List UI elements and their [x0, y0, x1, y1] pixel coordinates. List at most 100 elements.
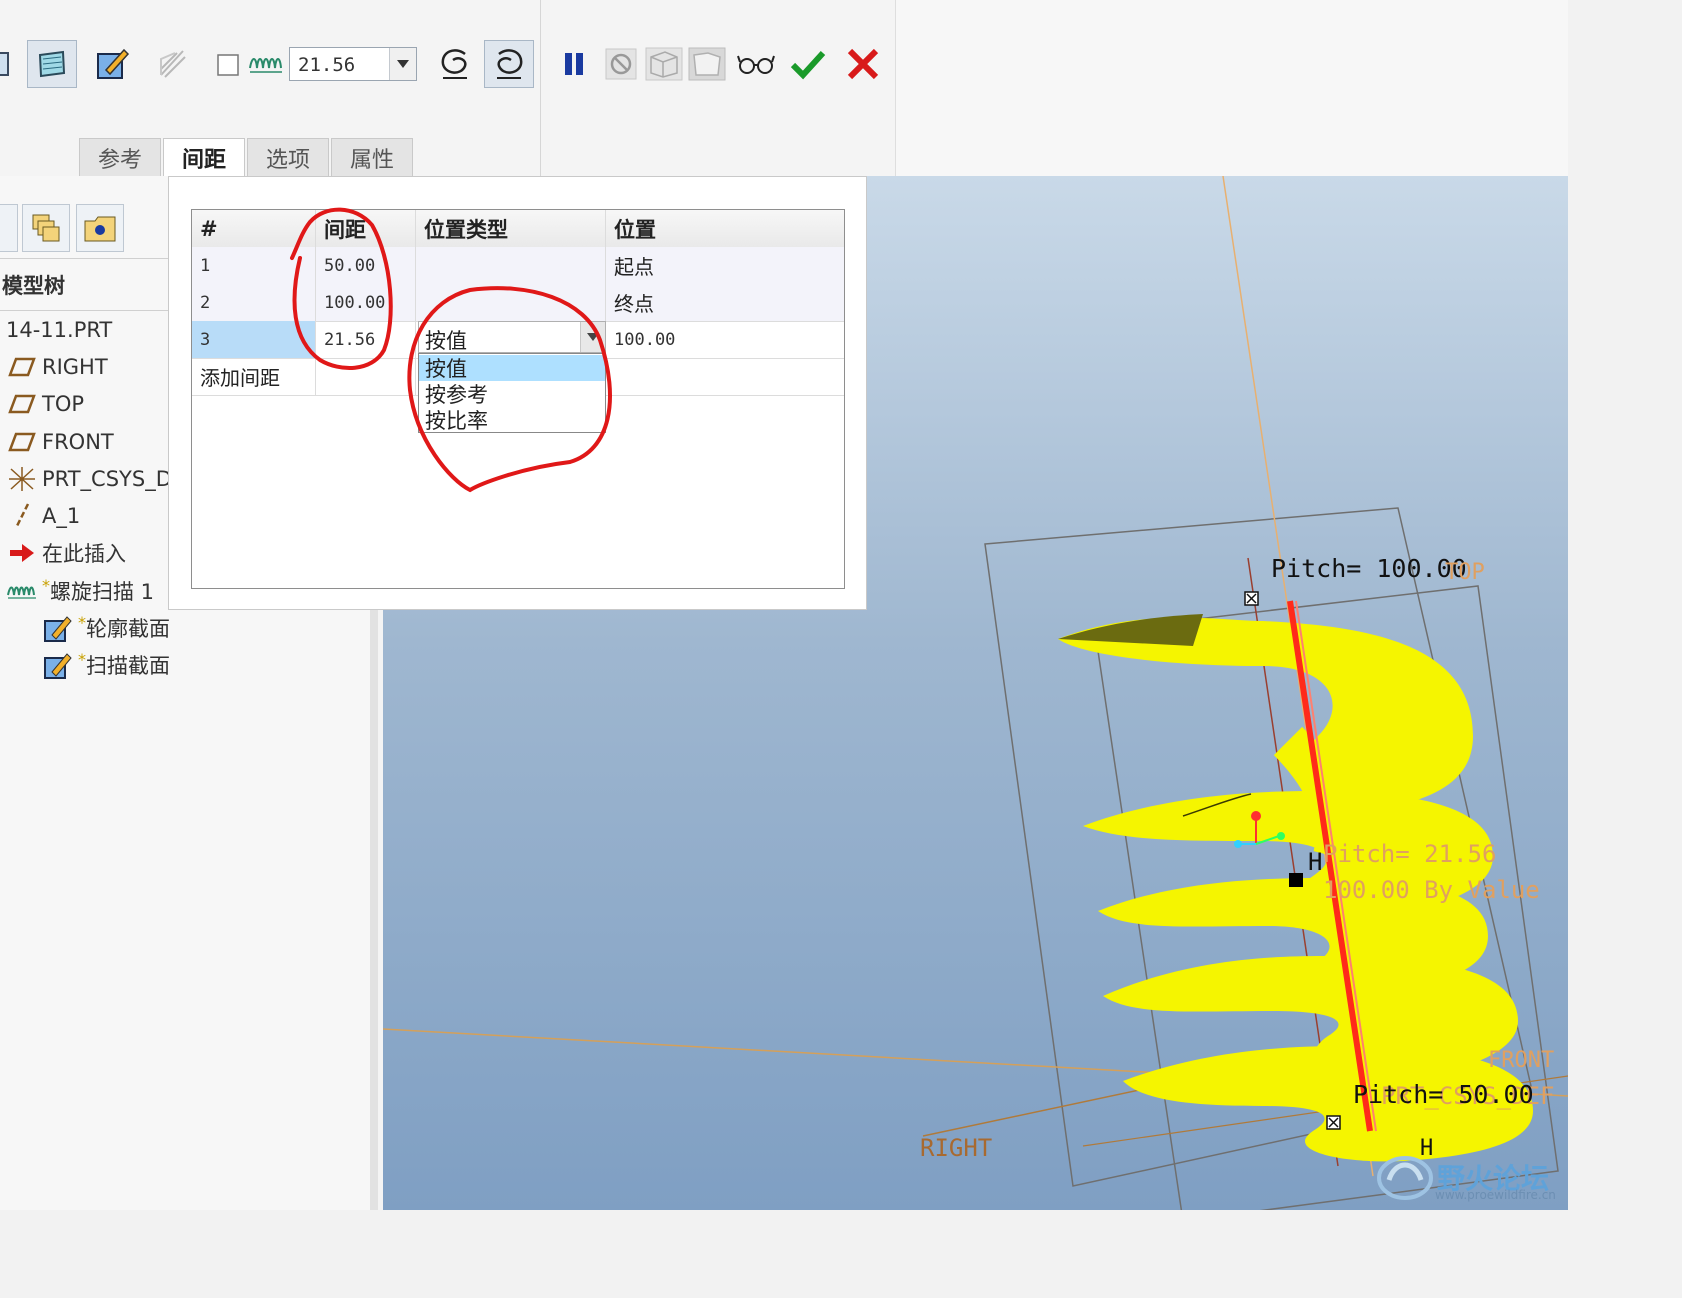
- insert-arrow-icon: [6, 539, 38, 567]
- pitch-label-bottom: Pitch= 50.00: [1353, 1080, 1534, 1109]
- tree-item-right[interactable]: RIGHT: [6, 351, 108, 383]
- toolbar-divider: [540, 0, 541, 176]
- option-by-value[interactable]: 按值: [419, 355, 605, 381]
- tree-item-sweep-section[interactable]: * 扫描截面: [42, 649, 170, 681]
- pitch-value-combo[interactable]: 21.56: [289, 47, 417, 81]
- pause-icon[interactable]: [549, 40, 599, 88]
- option-by-ratio[interactable]: 按比率: [419, 407, 605, 433]
- pitch-label-mid-sub: 100.00 By Value: [1323, 876, 1540, 904]
- tree-item-axis[interactable]: A_1: [6, 500, 80, 532]
- sketch-edit-icon[interactable]: [87, 40, 137, 88]
- location-type-value: 按值: [425, 329, 467, 353]
- dashboard-tabs: 参考 间距 选项 属性: [79, 138, 415, 176]
- thicken-icon[interactable]: [147, 40, 197, 88]
- tab-references[interactable]: 参考: [79, 138, 162, 176]
- table-row[interactable]: 2 100.00 终点: [192, 284, 844, 322]
- tree-item-label: TOP: [42, 392, 85, 416]
- header-location-type: 位置类型: [416, 210, 606, 247]
- empty-cell: [316, 358, 416, 395]
- location-type-select[interactable]: 按值: [418, 321, 606, 353]
- tree-item-part[interactable]: 14-11.PRT: [6, 314, 112, 346]
- sketch-icon: [42, 614, 74, 642]
- tree-item-profile-section[interactable]: * 轮廓截面: [42, 612, 170, 644]
- header-pitch: 间距: [316, 210, 416, 247]
- tree-item-label: A_1: [42, 504, 81, 528]
- layer-tree-icon[interactable]: [22, 204, 70, 252]
- empty-cell: [606, 358, 844, 395]
- handle-label-mid: H: [1308, 848, 1323, 876]
- row-number: 2: [192, 284, 316, 321]
- folder-browser-icon[interactable]: [76, 204, 124, 252]
- tree-item-label: PRT_CSYS_D: [42, 467, 172, 491]
- tree-item-label: 在此插入: [42, 542, 126, 566]
- tab-options[interactable]: 选项: [247, 138, 330, 176]
- add-pitch-label[interactable]: 添加间距: [192, 358, 316, 395]
- datum-plane-icon: [6, 390, 38, 418]
- datum-plane-icon: [6, 353, 38, 381]
- tree-item-front[interactable]: FRONT: [6, 426, 114, 458]
- solid-icon[interactable]: [0, 40, 22, 88]
- glasses-icon[interactable]: [731, 40, 781, 88]
- left-handed-icon[interactable]: [430, 40, 480, 88]
- pitch-table-header: # 间距 位置类型 位置: [192, 210, 844, 248]
- tree-item-top[interactable]: TOP: [6, 388, 84, 420]
- watermark-url: www.proewildfire.cn: [1435, 1188, 1556, 1202]
- pitch-value: 21.56: [298, 54, 356, 76]
- new-feature-marker: *: [78, 649, 86, 669]
- chevron-down-icon[interactable]: [580, 322, 605, 352]
- tree-item-label: 轮廓截面: [86, 617, 170, 641]
- pitch-label-top: Pitch= 100.00: [1271, 554, 1467, 583]
- helix-sweep-icon: [6, 577, 38, 605]
- cancel-x-icon[interactable]: [838, 40, 888, 88]
- tree-item-label: 螺旋扫描 1: [50, 580, 155, 604]
- tree-settings-icon[interactable]: [0, 204, 18, 252]
- forum-watermark: 野火论坛 www.proewildfire.cn: [1375, 1148, 1565, 1206]
- confirm-check-icon[interactable]: [783, 40, 833, 88]
- app-window: Pitch= 100.00 TOP Pitch= 21.56 100.00 By…: [0, 0, 1568, 1210]
- tree-item-label: FRONT: [42, 430, 114, 454]
- watermark-logo-icon: [1377, 1156, 1433, 1200]
- new-feature-marker: *: [78, 612, 86, 632]
- row-pitch[interactable]: 21.56: [316, 321, 416, 358]
- toolbar-empty-area: [895, 0, 1568, 176]
- row-location[interactable]: 100.00: [606, 321, 844, 358]
- row-pitch[interactable]: 100.00: [316, 284, 416, 321]
- drag-handle-mid[interactable]: [1289, 873, 1303, 887]
- surface-icon[interactable]: [27, 40, 77, 88]
- row-location[interactable]: 起点: [606, 247, 844, 284]
- location-type-options: 按值 按参考 按比率: [418, 353, 606, 433]
- tree-item-label: 14-11.PRT: [6, 318, 113, 342]
- row-number: 3: [192, 321, 316, 358]
- tree-item-label: 扫描截面: [86, 654, 170, 678]
- tree-item-csys[interactable]: PRT_CSYS_D: [6, 463, 172, 495]
- tab-pitch[interactable]: 间距: [163, 138, 246, 176]
- row-pitch[interactable]: 50.00: [316, 247, 416, 284]
- table-row[interactable]: 1 50.00 起点: [192, 247, 844, 285]
- right-handed-icon[interactable]: [484, 40, 534, 88]
- tree-item-helix-sweep[interactable]: * 螺旋扫描 1: [6, 575, 154, 607]
- model-tree-title: 模型树: [2, 274, 65, 298]
- plane-label-front: FRONT: [1488, 1048, 1555, 1073]
- option-by-reference[interactable]: 按参考: [419, 381, 605, 407]
- verify-icon[interactable]: [682, 40, 732, 88]
- row-location-type[interactable]: [416, 247, 606, 284]
- tree-separator: [0, 310, 168, 311]
- csys-icon: [6, 465, 38, 493]
- datum-plane-icon: [6, 428, 38, 456]
- axis-icon: [6, 502, 38, 530]
- plane-label-top: TOP: [1445, 560, 1485, 585]
- row-location-type[interactable]: [416, 284, 606, 321]
- tree-item-insert-here[interactable]: 在此插入: [6, 537, 126, 569]
- pitch-combo-dropdown-icon[interactable]: [389, 48, 416, 80]
- tree-item-label: RIGHT: [42, 355, 108, 379]
- tab-properties[interactable]: 属性: [331, 138, 414, 176]
- header-location: 位置: [606, 210, 844, 247]
- tree-separator: [0, 258, 168, 259]
- sketch-icon: [42, 651, 74, 679]
- row-location[interactable]: 终点: [606, 284, 844, 321]
- header-number: #: [192, 210, 316, 247]
- pitch-label-mid: Pitch= 21.56: [1323, 840, 1497, 868]
- row-number: 1: [192, 247, 316, 284]
- helix-pitch-icon: [241, 40, 291, 88]
- new-feature-marker: *: [42, 575, 50, 595]
